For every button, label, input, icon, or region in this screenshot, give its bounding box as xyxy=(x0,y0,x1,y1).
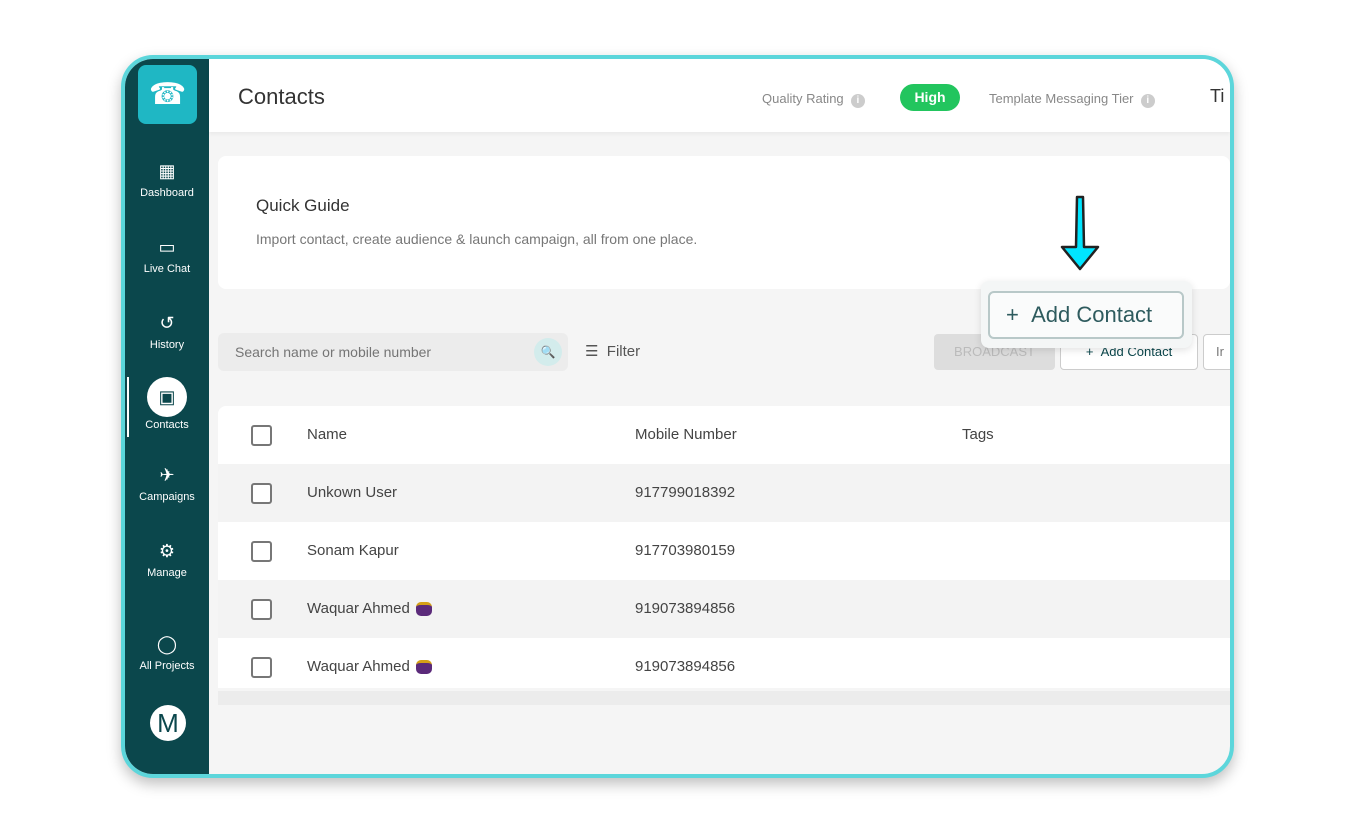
nav-label: Contacts xyxy=(145,419,189,431)
import-button[interactable]: Ir xyxy=(1203,334,1230,370)
sidebar-item-history[interactable]: ↺ History xyxy=(125,311,209,351)
search-icon[interactable]: 🔍 xyxy=(534,338,562,366)
contacts-icon: ▣ xyxy=(147,377,187,417)
sidebar-item-live-chat[interactable]: ▭ Live Chat xyxy=(125,235,209,275)
quality-rating: Quality Rating i xyxy=(762,91,865,108)
search-box: 🔍 xyxy=(218,333,568,371)
contact-mobile: 917799018392 xyxy=(635,484,736,501)
guide-text: Import contact, create audience & launch… xyxy=(256,231,698,247)
sidebar-item-campaigns[interactable]: ✈ Campaigns xyxy=(125,463,209,503)
table-header: Name Mobile Number Tags xyxy=(218,406,1230,464)
quality-rating-label: Quality Rating xyxy=(762,91,844,106)
sidebar-item-all-projects[interactable]: ◯ All Projects xyxy=(125,632,209,672)
row-checkbox[interactable] xyxy=(251,657,272,678)
contact-name: Waquar Ahmed xyxy=(307,600,410,617)
table-scrollbar[interactable] xyxy=(218,691,1230,705)
add-contact-button-zoomed[interactable]: + Add Contact xyxy=(988,291,1184,339)
gear-icon: ⚙ xyxy=(158,541,176,561)
info-icon[interactable]: i xyxy=(850,94,865,108)
history-icon: ↺ xyxy=(159,313,175,333)
table-row[interactable]: Waquar Ahmed 919073894856 xyxy=(218,638,1230,688)
sidebar-item-manage[interactable]: ⚙ Manage xyxy=(125,539,209,579)
contact-name: Waquar Ahmed xyxy=(307,658,410,675)
col-mobile: Mobile Number xyxy=(635,426,737,443)
plane-icon: ✈ xyxy=(159,465,175,485)
nav-label: Campaigns xyxy=(139,491,195,503)
nav-label: History xyxy=(149,339,185,351)
plus-icon: + xyxy=(1006,302,1019,327)
add-contact-highlight: + Add Contact xyxy=(981,281,1192,348)
tier-value: Ti xyxy=(1210,86,1225,106)
col-tags: Tags xyxy=(962,426,994,443)
search-input[interactable] xyxy=(218,333,508,371)
nav-label: All Projects xyxy=(139,660,195,672)
contacts-table: Name Mobile Number Tags Unkown User 9177990… xyxy=(218,406,1230,688)
contact-mobile: 919073894856 xyxy=(635,658,736,675)
tier-label: Template Messaging Tier xyxy=(989,91,1134,106)
filter-icon: ☰ xyxy=(585,343,599,360)
contact-mobile: 919073894856 xyxy=(635,600,736,617)
row-checkbox[interactable] xyxy=(251,541,272,562)
messaging-tier: Template Messaging Tier i xyxy=(989,91,1155,108)
arrow-down-icon xyxy=(1060,195,1100,271)
table-row[interactable]: Unkown User 917799018392 xyxy=(218,464,1230,522)
app-window: ☎ ▦ Dashboard ▭ Live Chat ↺ History ▣ Contac… xyxy=(121,55,1234,778)
badge-icon xyxy=(415,602,432,617)
header: Contacts Quality Rating i High Template … xyxy=(209,59,1230,132)
contact-name: Unkown User xyxy=(307,484,398,501)
nav-label: Live Chat xyxy=(143,263,191,275)
filter-label: Filter xyxy=(606,343,641,360)
projects-icon: ◯ xyxy=(156,634,178,654)
guide-title: Quick Guide xyxy=(256,196,350,215)
filter-button[interactable]: ☰ Filter xyxy=(585,342,640,360)
table-row[interactable]: Waquar Ahmed 919073894856 xyxy=(218,580,1230,638)
dashboard-icon: ▦ xyxy=(158,161,176,181)
badge-icon xyxy=(415,660,432,675)
col-name: Name xyxy=(307,426,348,443)
sidebar-item-dashboard[interactable]: ▦ Dashboard xyxy=(125,159,209,199)
chat-icon: ▭ xyxy=(158,237,176,257)
page-title: Contacts xyxy=(238,84,325,109)
nav-label: Dashboard xyxy=(140,187,194,199)
select-all-checkbox[interactable] xyxy=(251,425,272,446)
add-contact-label: Add Contact xyxy=(1031,302,1153,327)
sidebar: ☎ ▦ Dashboard ▭ Live Chat ↺ History ▣ Contac… xyxy=(125,59,209,774)
row-checkbox[interactable] xyxy=(251,483,272,504)
quality-badge: High xyxy=(900,84,960,111)
avatar[interactable]: M xyxy=(150,705,186,741)
contact-mobile: 917703980159 xyxy=(635,542,736,559)
sidebar-item-contacts[interactable]: ▣ Contacts xyxy=(125,377,209,431)
table-row[interactable]: Sonam Kapur 917703980159 xyxy=(218,522,1230,580)
info-icon[interactable]: i xyxy=(1140,94,1155,108)
main-content: Contacts Quality Rating i High Template … xyxy=(209,59,1230,774)
contact-name: Sonam Kapur xyxy=(307,542,399,559)
row-checkbox[interactable] xyxy=(251,599,272,620)
nav-label: Manage xyxy=(147,567,187,579)
phone-logo-icon[interactable]: ☎ xyxy=(138,65,197,124)
